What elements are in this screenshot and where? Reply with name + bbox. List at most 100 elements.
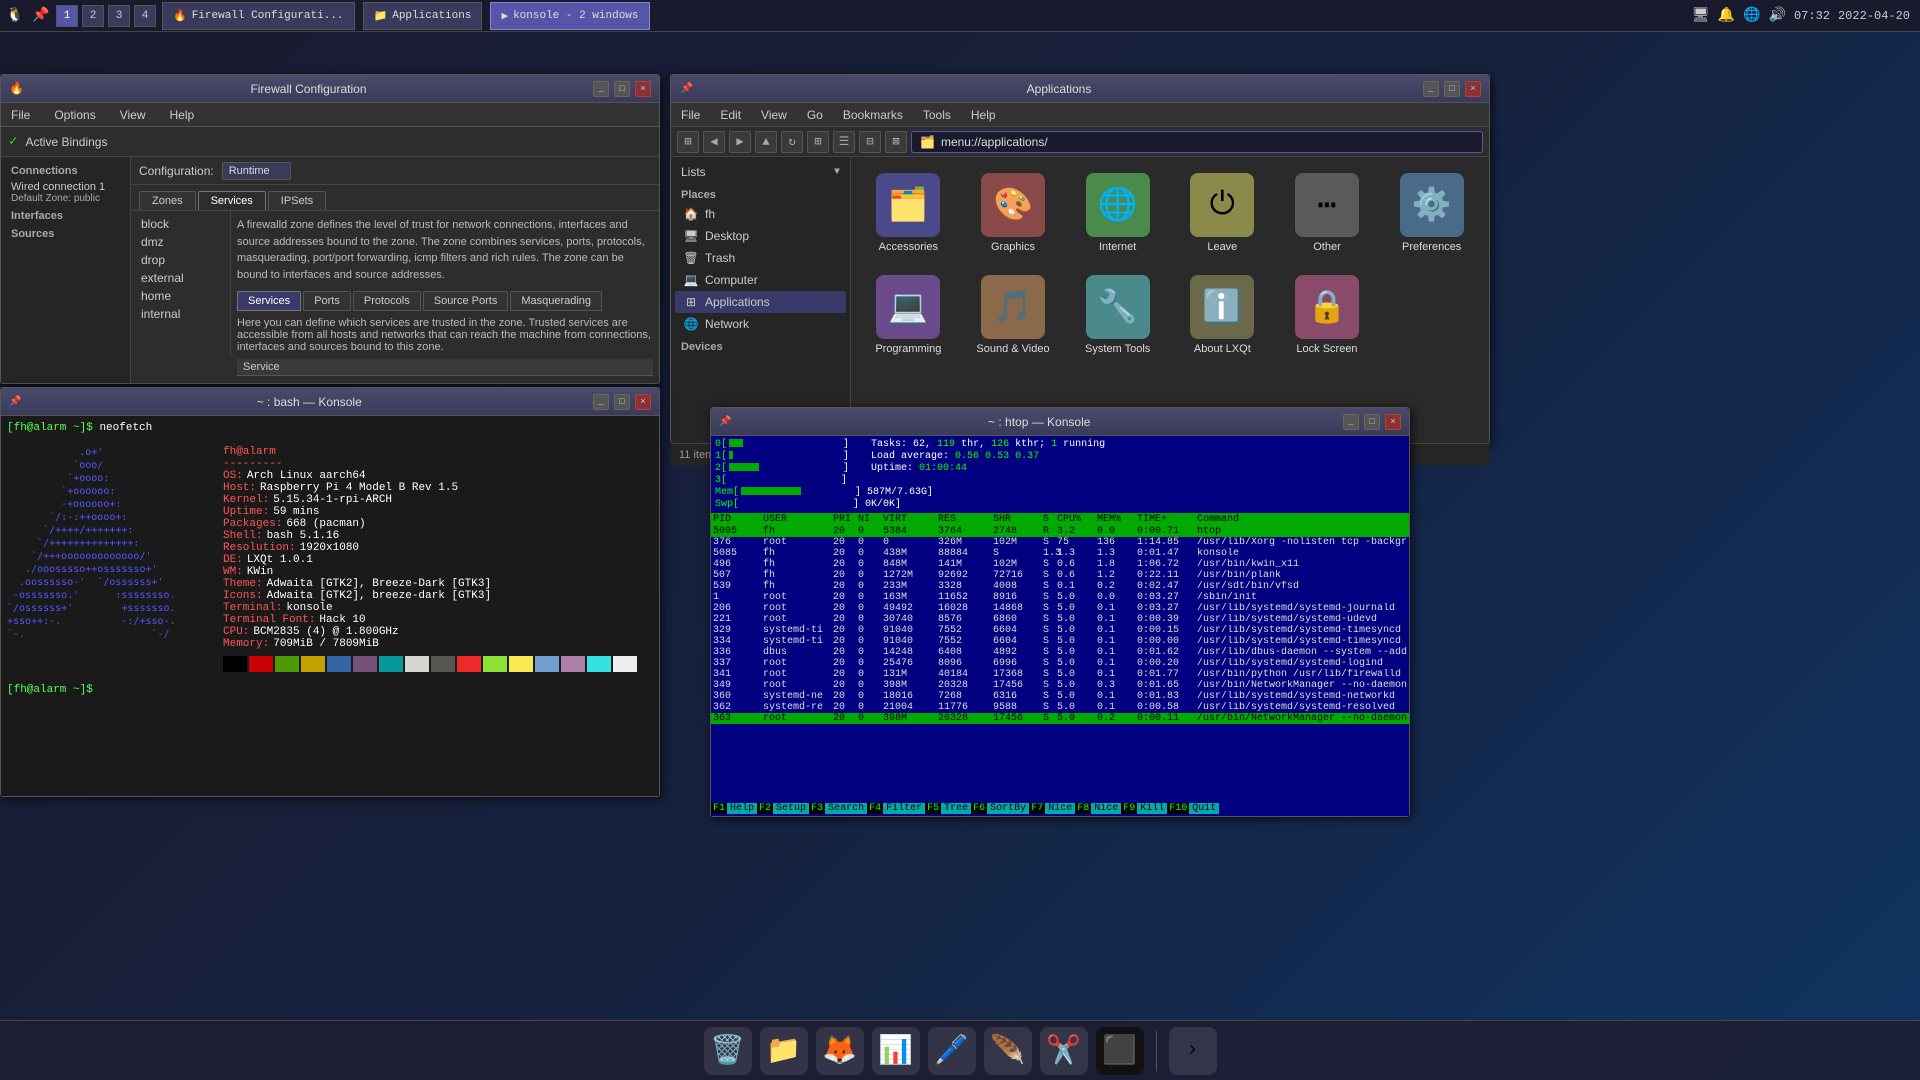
zone-external[interactable]: external [135, 269, 226, 287]
zone-internal[interactable]: internal [135, 305, 226, 323]
app-lock-screen[interactable]: 🔒 Lock Screen [1280, 269, 1375, 361]
dock-app6[interactable]: 🪶 [984, 1027, 1032, 1075]
htop-process-row-5[interactable]: 539 fh 20 0 233M 3328 4008 S 0.1 0.2 0:0… [711, 581, 1409, 592]
apps-menu-file[interactable]: File [677, 106, 704, 124]
apps-minimize-btn[interactable]: _ [1423, 81, 1439, 97]
services-subtab[interactable]: Services [237, 291, 301, 311]
apps-pin-btn[interactable]: 📌 [679, 81, 695, 97]
htop-process-row-6[interactable]: 1 root 20 0 163M 11652 8916 S 5.0 0.0 0:… [711, 592, 1409, 603]
htop-process-row-0[interactable]: 5095 fh 20 0 5384 3764 2748 R 3.2 0.0 0:… [711, 526, 1409, 537]
app-graphics[interactable]: 🎨 Graphics [966, 167, 1061, 259]
apps-view1-btn[interactable]: ⊞ [807, 131, 829, 153]
app-programming[interactable]: 💻 Programming [861, 269, 956, 361]
app-preferences[interactable]: ⚙️ Preferences [1384, 167, 1479, 259]
fkey-f3[interactable]: F3Search [809, 800, 867, 816]
apps-new-tab-btn[interactable]: ⊞ [677, 131, 699, 153]
htop-close-btn[interactable]: × [1385, 414, 1401, 430]
fkey-f9[interactable]: F9Kill [1121, 800, 1167, 816]
config-dropdown[interactable]: Runtime [222, 162, 291, 180]
workspace-2[interactable]: 2 [82, 5, 104, 27]
bash-maximize-btn[interactable]: □ [614, 394, 630, 410]
apps-up-btn[interactable]: ▲ [755, 131, 777, 153]
fkey-f7[interactable]: F7Nice [1029, 800, 1075, 816]
protocols-subtab[interactable]: Protocols [353, 291, 421, 311]
sidebar-trash[interactable]: 🗑 Trash [675, 247, 846, 269]
app-internet[interactable]: 🌐 Internet [1070, 167, 1165, 259]
pin-icon[interactable]: 📌 [30, 5, 52, 27]
fkey-f10[interactable]: F10Quit [1167, 800, 1219, 816]
apps-menu-help[interactable]: Help [967, 106, 1000, 124]
bash-close-btn[interactable]: × [635, 394, 651, 410]
apps-menu-view[interactable]: View [757, 106, 791, 124]
firewall-minimize-btn[interactable]: _ [593, 81, 609, 97]
bash-console-content[interactable]: [fh@alarm ~]$ neofetch .o+' `ooo/ `+oooo… [1, 416, 659, 796]
fkey-f4[interactable]: F4Filter [867, 800, 925, 816]
dock-trash[interactable]: 🗑️ [704, 1027, 752, 1075]
htop-process-row-1[interactable]: 376 root 20 0 0 326M 102M S 75 136 1:14.… [711, 537, 1409, 548]
firewall-menu-view[interactable]: View [116, 106, 150, 124]
sidebar-computer[interactable]: 💻 Computer [675, 269, 846, 291]
sidebar-desktop[interactable]: 🖥 Desktop [675, 225, 846, 247]
dock-more[interactable]: › [1169, 1027, 1217, 1075]
bash-pin-btn[interactable]: 📌 [9, 396, 21, 408]
zone-home[interactable]: home [135, 287, 226, 305]
zone-drop[interactable]: drop [135, 251, 226, 269]
app-system-tools[interactable]: 🔧 System Tools [1070, 269, 1165, 361]
taskbar-konsole[interactable]: ▶ konsole - 2 windows [490, 2, 649, 30]
app-leave[interactable]: ⏻ Leave [1175, 167, 1270, 259]
firewall-maximize-btn[interactable]: □ [614, 81, 630, 97]
apps-menu-tools[interactable]: Tools [919, 106, 955, 124]
app-about-lxqt[interactable]: ℹ️ About LXQt [1175, 269, 1270, 361]
ports-subtab[interactable]: Ports [303, 291, 351, 311]
htop-process-row-16[interactable]: 362 systemd-re 20 0 21004 11776 9588 S 5… [711, 702, 1409, 713]
masquerading-subtab[interactable]: Masquerading [510, 291, 602, 311]
htop-console-content[interactable]: 0[ ] Tasks: 62, 119 thr, 126 kthr; 1 run… [711, 436, 1409, 816]
apps-menu-edit[interactable]: Edit [716, 106, 745, 124]
htop-maximize-btn[interactable]: □ [1364, 414, 1380, 430]
dock-files[interactable]: 📁 [760, 1027, 808, 1075]
firewall-close-btn[interactable]: × [635, 81, 651, 97]
apps-address-bar[interactable]: 🗂️ menu://applications/ [911, 131, 1483, 153]
fkey-f5[interactable]: F5Tree [925, 800, 971, 816]
firewall-menu-file[interactable]: File [7, 106, 34, 124]
htop-process-row-3[interactable]: 496 fh 20 0 848M 141M 102M S 0.6 1.8 1:0… [711, 559, 1409, 570]
htop-process-row-15[interactable]: 360 systemd-ne 20 0 18016 7268 6316 S 5.… [711, 691, 1409, 702]
htop-process-row-13[interactable]: 341 root 20 0 131M 40184 17368 S 5.0 0.1… [711, 669, 1409, 680]
fkey-f1[interactable]: F1Help [711, 800, 757, 816]
fkey-f8[interactable]: F8Nice [1075, 800, 1121, 816]
config-select[interactable]: Runtime [222, 162, 291, 180]
workspace-3[interactable]: 3 [108, 5, 130, 27]
zone-block[interactable]: block [135, 215, 226, 233]
start-icon[interactable]: 🐧 [4, 5, 26, 27]
apps-forward-btn[interactable]: ▶ [729, 131, 751, 153]
htop-process-row-9[interactable]: 329 systemd-ti 20 0 91040 7552 6604 S 5.… [711, 625, 1409, 636]
htop-process-row-4[interactable]: 507 fh 20 0 1272M 92692 72716 S 0.6 1.2 … [711, 570, 1409, 581]
ipsets-tab[interactable]: IPSets [268, 191, 326, 210]
services-tab[interactable]: Services [198, 191, 266, 210]
dock-terminal[interactable]: ⬛ [1096, 1027, 1144, 1075]
fkey-f2[interactable]: F2Setup [757, 800, 809, 816]
workspace-4[interactable]: 4 [134, 5, 156, 27]
zone-dmz[interactable]: dmz [135, 233, 226, 251]
htop-process-row-11[interactable]: 336 dbus 20 0 14248 6408 4892 S 5.0 0.1 … [711, 647, 1409, 658]
htop-process-row-8[interactable]: 221 root 20 0 30740 8576 6860 S 5.0 0.1 … [711, 614, 1409, 625]
app-sound-video[interactable]: 🎵 Sound & Video [966, 269, 1061, 361]
htop-minimize-btn[interactable]: _ [1343, 414, 1359, 430]
apps-menu-bookmarks[interactable]: Bookmarks [839, 106, 907, 124]
firewall-menu-help[interactable]: Help [166, 106, 199, 124]
bash-minimize-btn[interactable]: _ [593, 394, 609, 410]
htop-pin-btn[interactable]: 📌 [719, 416, 731, 428]
app-other[interactable]: ⋯ Other [1280, 167, 1375, 259]
htop-process-row-2[interactable]: 5085 fh 20 0 438M 88884 S 1.3 1.3 1.3 0:… [711, 548, 1409, 559]
apps-maximize-btn[interactable]: □ [1444, 81, 1460, 97]
fkey-f6[interactable]: F6SortBy [971, 800, 1029, 816]
apps-menu-go[interactable]: Go [803, 106, 827, 124]
sidebar-applications[interactable]: ⊞ Applications [675, 291, 846, 313]
apps-back-btn[interactable]: ◀ [703, 131, 725, 153]
dock-scissors[interactable]: ✂️ [1040, 1027, 1088, 1075]
zones-tab[interactable]: Zones [139, 191, 196, 210]
dock-firefox[interactable]: 🦊 [816, 1027, 864, 1075]
app-accessories[interactable]: 🗂️ Accessories [861, 167, 956, 259]
taskbar-firewall[interactable]: 🔥 Firewall Configurati... [162, 2, 355, 30]
firewall-menu-options[interactable]: Options [50, 106, 99, 124]
